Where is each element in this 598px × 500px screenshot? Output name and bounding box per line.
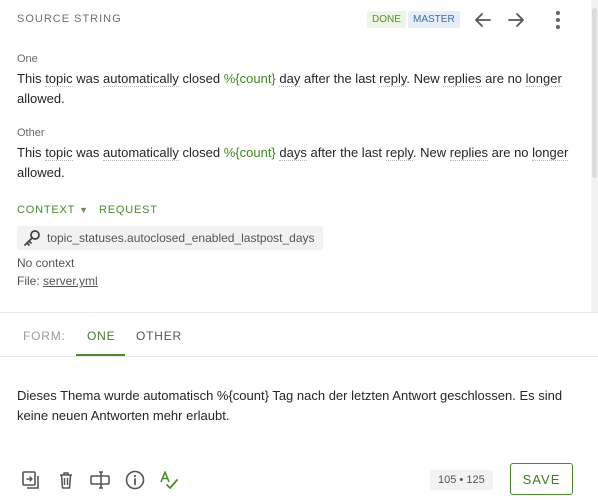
- string-key-text: topic_statuses.autoclosed_enabled_lastpo…: [47, 231, 315, 245]
- previous-string-button[interactable]: [470, 7, 496, 33]
- delete-button[interactable]: [54, 468, 78, 492]
- plural-label-other: Other: [17, 127, 45, 139]
- no-context-text: No context: [17, 256, 75, 270]
- form-label: FORM:: [23, 329, 66, 343]
- counter-separator: •: [459, 474, 464, 486]
- tab-other[interactable]: OTHER: [136, 329, 182, 343]
- tab-one[interactable]: ONE: [87, 329, 115, 343]
- next-string-button[interactable]: [503, 7, 529, 33]
- master-badge: MASTER: [408, 11, 460, 28]
- copy-source-icon: [22, 471, 39, 489]
- arrow-left-icon: [475, 13, 491, 27]
- translation-textarea[interactable]: Dieses Thema wurde automatisch %{count} …: [17, 386, 577, 426]
- file-label: File:: [17, 274, 40, 288]
- string-key-chip[interactable]: topic_statuses.autoclosed_enabled_lastpo…: [17, 226, 323, 250]
- more-options-button[interactable]: [548, 8, 568, 32]
- spellcheck-icon: [160, 471, 178, 489]
- source-string-panel: SOURCE STRING DONE MASTER One This topic…: [0, 0, 590, 312]
- copy-source-button[interactable]: [19, 468, 43, 492]
- divider: [0, 356, 598, 357]
- counter-current: 105: [438, 474, 457, 486]
- divider: [0, 312, 598, 313]
- context-tab[interactable]: CONTEXT ▼: [17, 204, 89, 216]
- placeholder-token: %{count}: [223, 71, 276, 86]
- text-field-button[interactable]: [88, 468, 112, 492]
- arrow-right-icon: [508, 13, 524, 27]
- character-counter: 105 • 125: [430, 470, 493, 490]
- file-link[interactable]: server.yml: [43, 274, 98, 288]
- more-vertical-icon: [556, 11, 560, 29]
- caret-down-icon: ▼: [79, 205, 89, 215]
- key-icon: [24, 230, 40, 246]
- source-string-title: SOURCE STRING: [17, 13, 122, 25]
- source-text-other: This topic was automatically closed %{co…: [17, 145, 569, 180]
- file-info: File: server.yml: [17, 274, 98, 288]
- info-icon: [125, 470, 145, 490]
- info-button[interactable]: [123, 468, 147, 492]
- scrollbar[interactable]: [591, 0, 598, 312]
- placeholder-token: %{count}: [223, 145, 276, 160]
- done-badge: DONE: [367, 11, 406, 28]
- context-tab-label: CONTEXT: [17, 204, 76, 216]
- scrollbar-thumb[interactable]: [592, 8, 597, 178]
- source-text-one: This topic was automatically closed %{co…: [17, 71, 562, 106]
- save-button[interactable]: SAVE: [510, 463, 573, 495]
- delete-icon: [60, 472, 72, 489]
- spellcheck-button[interactable]: [157, 468, 181, 492]
- plural-label-one: One: [17, 53, 38, 65]
- text-field-icon: [90, 471, 110, 489]
- counter-max: 125: [466, 474, 485, 486]
- request-tab[interactable]: REQUEST: [99, 204, 158, 216]
